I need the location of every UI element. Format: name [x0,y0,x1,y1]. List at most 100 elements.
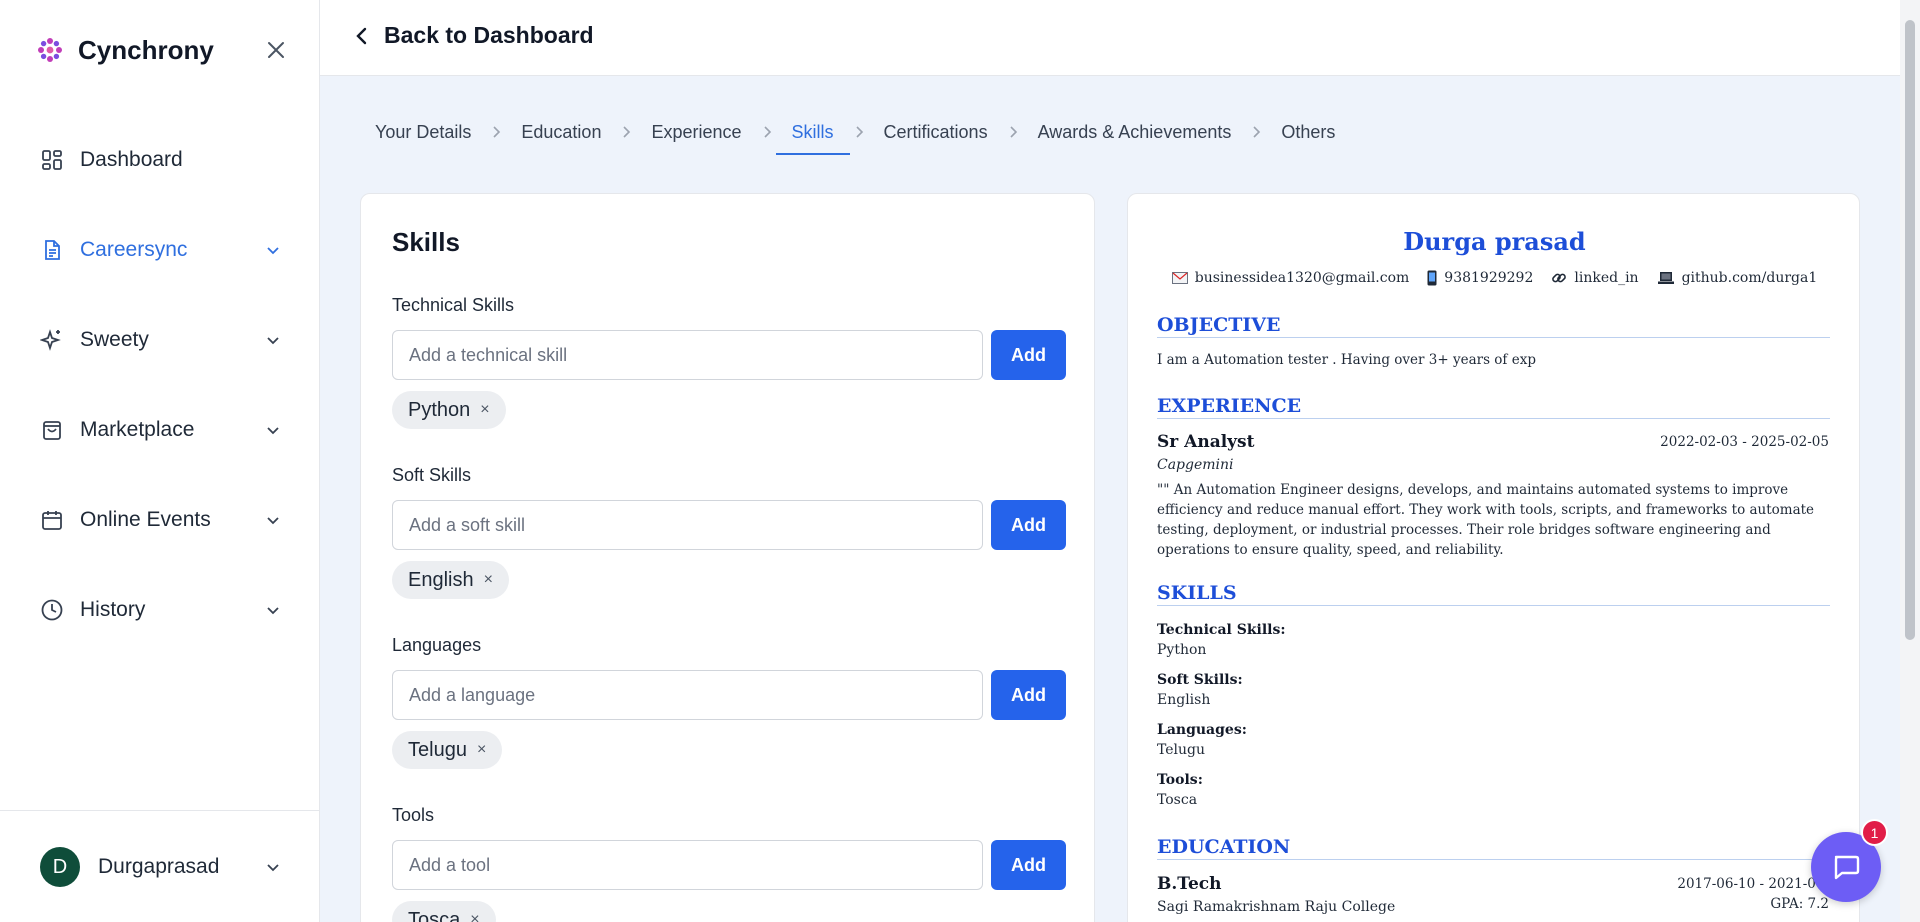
technical-skills-label: Technical Skills [392,295,515,315]
tools-label: Tools [392,805,435,825]
contact-github-text: github.com/durga1 [1681,270,1818,286]
tab-education[interactable]: Education [521,116,601,149]
skill-chip: Python × [392,391,506,429]
language-input[interactable] [392,670,983,720]
resume-preview: Durga prasad businessidea1320@gmail.com … [1127,193,1860,922]
sidebar-item-online-events[interactable]: Online Events [0,490,320,550]
step-tabs: Your Details Education Experience Skills… [375,112,1335,155]
sidebar-item-dashboard[interactable]: Dashboard [0,130,320,190]
user-name: Durgaprasad [98,855,220,878]
sidebar-item-history[interactable]: History [0,580,320,640]
sidebar-item-label: Sweety [80,328,149,351]
tab-others[interactable]: Others [1281,116,1335,149]
remove-chip-icon[interactable]: × [480,401,489,419]
sidebar-item-marketplace[interactable]: Marketplace [0,400,320,460]
soft-skill-input[interactable] [392,500,983,550]
tab-skills[interactable]: Skills [775,116,850,155]
chevron-right-icon [988,125,1038,139]
sidebar-item-label: Careersync [80,238,188,261]
skills-heading: SKILLS [1157,582,1830,606]
add-language-button[interactable]: Add [991,670,1066,720]
technical-skills-value: Python [1157,642,1207,658]
chevron-right-icon [601,125,651,139]
chevron-down-icon[interactable] [261,328,285,352]
contact-phone-text: 9381929292 [1444,270,1534,286]
chevron-right-icon [834,125,884,139]
add-technical-skill-button[interactable]: Add [991,330,1066,380]
scrollbar-thumb[interactable] [1905,20,1915,640]
objective-text: I am a Automation tester . Having over 3… [1157,352,1536,368]
user-menu[interactable]: D Durgaprasad [40,847,219,887]
sidebar-item-label: Dashboard [80,148,183,171]
education-degree: B.Tech [1157,874,1222,894]
skill-chip: Telugu × [392,731,503,769]
link-icon [1552,273,1567,283]
contact-github: github.com/durga1 [1657,270,1818,286]
tab-your-details[interactable]: Your Details [375,116,471,149]
resume-name: Durga prasad [1403,227,1586,256]
chat-bubble-icon [1834,855,1860,880]
chevron-left-icon [356,27,367,44]
document-icon [40,238,64,262]
soft-skills-label: Soft Skills [392,465,472,485]
sidebar-item-sweety[interactable]: Sweety [0,310,320,370]
sidebar-footer: D Durgaprasad [0,810,320,922]
brand[interactable]: Cynchrony [36,32,214,68]
email-icon [1171,272,1188,284]
avatar: D [40,847,80,887]
chevron-down-icon[interactable] [261,855,285,879]
chevron-down-icon[interactable] [261,598,285,622]
brand-name: Cynchrony [78,34,214,65]
chevron-down-icon[interactable] [261,418,285,442]
clock-icon [40,598,64,622]
back-label: Back to Dashboard [384,22,594,48]
education-dates: 2017-06-10 - 2021-07- [1677,876,1829,892]
close-icon [268,42,284,58]
soft-skills-label: Soft Skills: [1157,672,1243,688]
languages-value: Telugu [1157,742,1206,758]
remove-chip-icon[interactable]: × [477,741,486,759]
add-soft-skill-button[interactable]: Add [991,500,1066,550]
dashboard-icon [40,148,64,172]
form-title: Skills [392,227,460,257]
sidebar-item-label: Marketplace [80,418,195,441]
page-scrollbar[interactable] [1900,0,1920,922]
skill-chip: English × [392,561,509,599]
education-heading: EDUCATION [1157,836,1830,860]
back-to-dashboard-link[interactable]: Back to Dashboard [354,22,594,49]
education-college: Sagi Ramakrishnam Raju College [1157,899,1396,915]
tab-awards-achievements[interactable]: Awards & Achievements [1038,116,1232,149]
technical-skills-label: Technical Skills: [1157,622,1286,638]
contact-linkedin-text: linked_in [1574,270,1639,286]
experience-description: "" An Automation Engineer designs, devel… [1157,482,1815,558]
resume-contacts: businessidea1320@gmail.com 9381929292 li… [1128,270,1859,286]
languages-label: Languages: [1157,722,1247,738]
chevron-right-icon [471,125,521,139]
experience-heading: EXPERIENCE [1157,395,1830,419]
tool-input[interactable] [392,840,983,890]
contact-email-text: businessidea1320@gmail.com [1194,270,1410,286]
sidebar-item-careersync[interactable]: Careersync [0,220,320,280]
tools-label: Tools: [1157,772,1203,788]
sidebar: Cynchrony Dashboard Careersync Sweety Ma… [0,0,320,922]
chevron-down-icon[interactable] [261,238,285,262]
contact-linkedin: linked_in [1551,270,1639,286]
remove-chip-icon[interactable]: × [484,571,493,589]
chip-label: Telugu [408,738,467,761]
chat-notification-badge: 1 [1861,819,1888,846]
sidebar-item-label: Online Events [80,508,211,531]
objective-heading: OBJECTIVE [1157,314,1830,338]
flower-logo-icon [38,38,62,62]
shopping-bag-icon [40,418,64,442]
phone-icon [1427,270,1437,286]
add-tool-button[interactable]: Add [991,840,1066,890]
languages-label: Languages [392,635,482,655]
close-sidebar-button[interactable] [263,37,289,63]
remove-chip-icon[interactable]: × [470,911,479,922]
tab-certifications[interactable]: Certifications [884,116,988,149]
technical-skill-input[interactable] [392,330,983,380]
tab-experience[interactable]: Experience [651,116,741,149]
experience-role: Sr Analyst [1157,432,1255,452]
education-gpa: GPA: 7.2 [1770,896,1829,912]
chevron-down-icon[interactable] [261,508,285,532]
